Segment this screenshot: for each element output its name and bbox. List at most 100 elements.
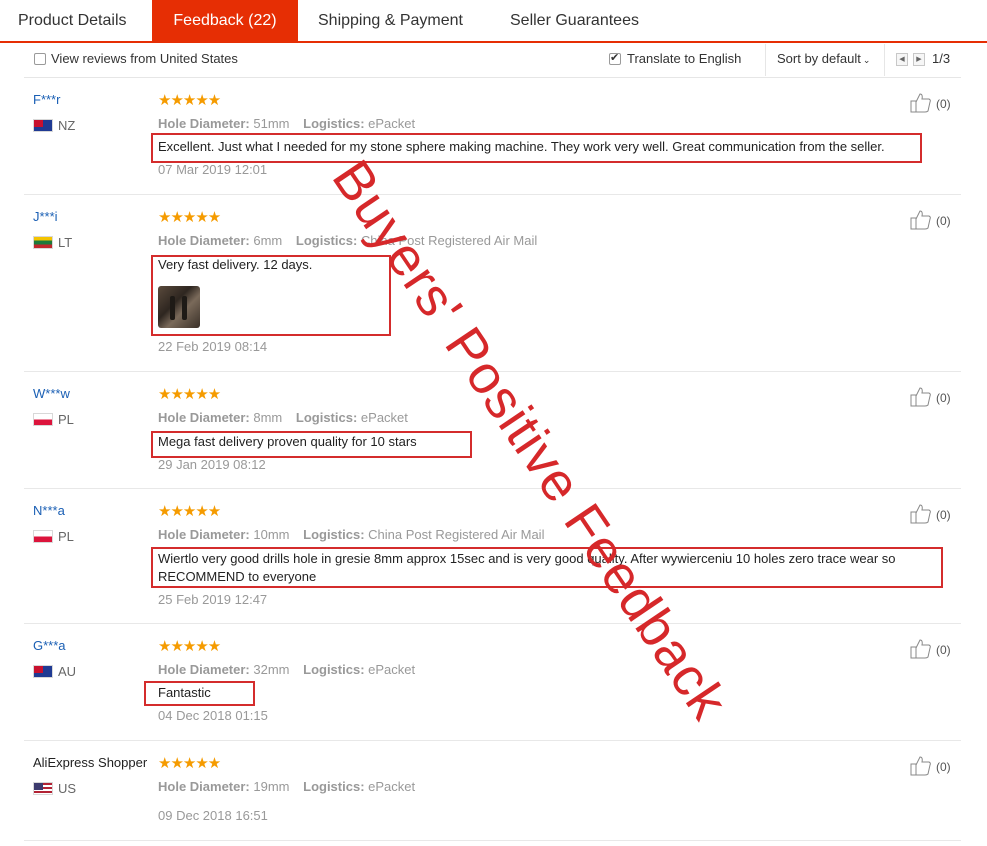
reviewer-name[interactable]: W***w [33, 386, 70, 401]
reviewer-name[interactable]: AliExpress Shopper [33, 755, 147, 770]
thumbs-up-icon [910, 210, 931, 230]
hole-diameter-value: 51mm [253, 116, 290, 131]
logistics-label: Logistics: [295, 410, 358, 425]
logistics-label: Logistics: [303, 527, 365, 542]
review-date: 25 Feb 2019 12:47 [158, 592, 268, 607]
order-attributes: Hole Diameter: 19mm Logistics: ePacket [158, 779, 425, 794]
tab-feedback[interactable]: Feedback (22) [152, 0, 298, 41]
translate-checkbox[interactable] [609, 51, 621, 65]
hole-diameter-value: 8mm [253, 410, 283, 425]
order-attributes: Hole Diameter: 51mm Logistics: ePacket [158, 116, 425, 131]
review-date: 04 Dec 2018 01:15 [158, 708, 268, 723]
hole-diameter-label: Hole Diameter: [158, 410, 250, 425]
highlight-box [151, 547, 943, 588]
review-date: 07 Mar 2019 12:01 [158, 162, 268, 177]
review-item: F***r NZ ★★★★★ Hole Diameter: 51mm Logis… [24, 78, 961, 195]
review-item: J***i LT ★★★★★ Hole Diameter: 6mm Logist… [24, 195, 961, 372]
flag-icon [33, 119, 53, 132]
rating-stars: ★★★★★ [158, 755, 221, 772]
reviewer-name[interactable]: J***i [33, 209, 58, 224]
reviewer-country: AU [58, 664, 77, 679]
logistics-value: ePacket [368, 116, 416, 131]
order-attributes: Hole Diameter: 8mm Logistics: ePacket [158, 410, 418, 425]
chevron-down-icon: ⌄ [862, 55, 871, 65]
reviewer-name[interactable]: N***a [33, 503, 65, 518]
thumbs-up-icon [910, 639, 931, 659]
review-item: G***a AU ★★★★★ Hole Diameter: 32mm Logis… [24, 624, 961, 741]
thumbs-up-icon [910, 756, 931, 776]
reviewer-name[interactable]: G***a [33, 638, 66, 653]
review-date: 22 Feb 2019 08:14 [158, 339, 268, 354]
next-page-button[interactable]: ▶ [913, 53, 925, 66]
flag-icon [33, 413, 53, 426]
hole-diameter-label: Hole Diameter: [158, 527, 250, 542]
like-count: (0) [936, 391, 951, 405]
logistics-value: ePacket [360, 410, 408, 425]
rating-stars: ★★★★★ [158, 386, 221, 403]
review-date: 09 Dec 2018 16:51 [158, 808, 268, 823]
reviewer-country: LT [58, 235, 73, 250]
rating-stars: ★★★★★ [158, 503, 221, 520]
translate-label[interactable]: Translate to English [627, 51, 741, 66]
rating-stars: ★★★★★ [158, 209, 221, 226]
hole-diameter-label: Hole Diameter: [158, 233, 250, 248]
logistics-label: Logistics: [303, 779, 365, 794]
reviewer-name[interactable]: F***r [33, 92, 60, 107]
logistics-label: Logistics: [303, 116, 365, 131]
tab-product-details[interactable]: Product Details [18, 0, 127, 41]
hole-diameter-value: 10mm [253, 527, 290, 542]
like-button[interactable]: (0) [910, 639, 958, 661]
like-button[interactable]: (0) [910, 93, 958, 115]
reviewer-country: US [58, 781, 77, 796]
thumbs-up-icon [910, 93, 931, 113]
like-count: (0) [936, 643, 951, 657]
order-attributes: Hole Diameter: 10mm Logistics: China Pos… [158, 527, 554, 542]
rating-stars: ★★★★★ [158, 92, 221, 109]
hole-diameter-label: Hole Diameter: [158, 779, 250, 794]
reviewer-country: NZ [58, 118, 76, 133]
tab-shipping-payment[interactable]: Shipping & Payment [318, 0, 463, 41]
sort-label: Sort by default [777, 51, 861, 66]
logistics-label: Logistics: [303, 662, 365, 677]
reviewer-country: PL [58, 529, 74, 544]
highlight-box [151, 133, 922, 163]
review-item: AliExpress Shopper US ★★★★★ Hole Diamete… [24, 741, 961, 841]
review-item: N***a PL ★★★★★ Hole Diameter: 10mm Logis… [24, 489, 961, 624]
flag-canton [34, 666, 43, 673]
flag-canton [34, 120, 43, 127]
flag-icon [33, 236, 53, 249]
logistics-value: ePacket [368, 779, 416, 794]
view-us-checkbox[interactable] [34, 53, 46, 65]
flag-canton [34, 783, 43, 790]
tab-seller-guarantees[interactable]: Seller Guarantees [510, 0, 639, 41]
like-count: (0) [936, 214, 951, 228]
like-button[interactable]: (0) [910, 387, 958, 409]
logistics-value: China Post Registered Air Mail [360, 233, 538, 248]
hole-diameter-value: 19mm [253, 779, 290, 794]
page-indicator: 1/3 [932, 51, 951, 66]
like-button[interactable]: (0) [910, 756, 958, 778]
order-attributes: Hole Diameter: 32mm Logistics: ePacket [158, 662, 425, 677]
like-count: (0) [936, 760, 951, 774]
like-count: (0) [936, 508, 951, 522]
review-item: W***w PL ★★★★★ Hole Diameter: 8mm Logist… [24, 372, 961, 489]
prev-page-button[interactable]: ◀ [896, 53, 908, 66]
rating-stars: ★★★★★ [158, 638, 221, 655]
hole-diameter-label: Hole Diameter: [158, 662, 250, 677]
like-count: (0) [936, 97, 951, 111]
like-button[interactable]: (0) [910, 504, 958, 526]
sort-dropdown[interactable]: Sort by default ⌄ [765, 44, 885, 76]
highlight-box [151, 255, 391, 336]
hole-diameter-value: 6mm [253, 233, 283, 248]
reviewer-country: PL [58, 412, 74, 427]
flag-icon [33, 665, 53, 678]
flag-icon [33, 530, 53, 543]
view-us-label[interactable]: View reviews from United States [51, 51, 238, 66]
logistics-value: ePacket [368, 662, 416, 677]
review-date: 29 Jan 2019 08:12 [158, 457, 266, 472]
logistics-value: China Post Registered Air Mail [368, 527, 545, 542]
like-button[interactable]: (0) [910, 210, 958, 232]
hole-diameter-value: 32mm [253, 662, 290, 677]
feedback-filter-bar: View reviews from United States Translat… [24, 44, 961, 78]
hole-diameter-label: Hole Diameter: [158, 116, 250, 131]
